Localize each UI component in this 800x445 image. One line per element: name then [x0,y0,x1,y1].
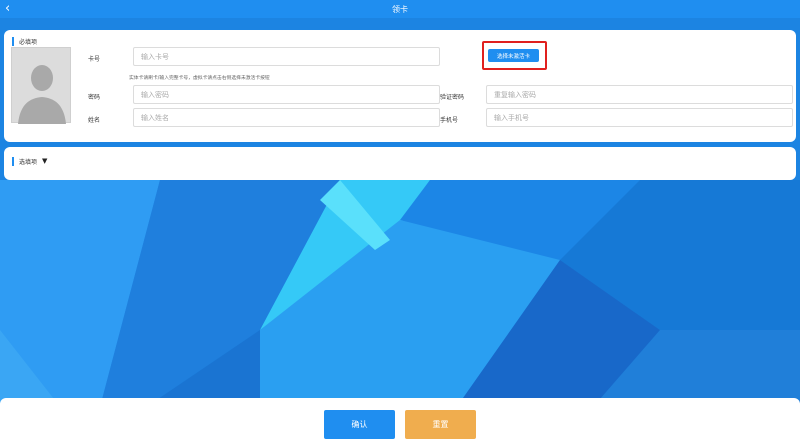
caret-down-icon[interactable]: ▼ [42,157,47,165]
section-accent-bar [12,36,14,46]
password-input[interactable]: 输入密码 [133,85,440,104]
optional-section-header[interactable]: 选填项 ▼ [12,156,47,166]
name-label: 姓名 [88,117,101,124]
optional-section-title: 选填项 [19,158,38,166]
person-silhouette-icon [18,65,66,124]
title-bar: ‹ 领卡 [0,0,800,18]
confirm-button[interactable]: 确认 [324,410,395,439]
card-number-hint: 实体卡请刷卡/输入完整卡号，虚拟卡请点击右侧选择未激活卡按钮 [129,76,270,81]
required-section-title: 必填项 [19,38,38,46]
avatar-placeholder [11,47,71,124]
select-inactive-card-button[interactable]: 选择未激活卡 [488,49,539,62]
page-title: 领卡 [392,4,408,14]
card-number-input[interactable]: 输入卡号 [133,47,440,66]
chevron-left-icon[interactable]: ‹ [5,1,19,17]
required-section-header: 必填项 [12,36,37,46]
phone-label: 手机号 [440,117,459,124]
password-label: 密码 [88,94,101,101]
reset-button[interactable]: 重置 [405,410,476,439]
phone-input[interactable]: 输入手机号 [486,108,793,127]
section-accent-bar [12,156,14,166]
name-input[interactable]: 输入姓名 [133,108,440,127]
confirm-password-input[interactable]: 重复输入密码 [486,85,793,104]
confirm-password-label: 验证密码 [440,94,465,101]
required-fields-panel: 必填项 卡号 输入卡号 实体卡请刷卡/输入完整卡号，虚拟卡请点击右侧选择未激活卡… [4,30,796,142]
card-number-label: 卡号 [88,56,101,63]
optional-fields-panel[interactable]: 选填项 ▼ [4,147,796,180]
footer-bar: 确认 重置 [0,398,800,445]
